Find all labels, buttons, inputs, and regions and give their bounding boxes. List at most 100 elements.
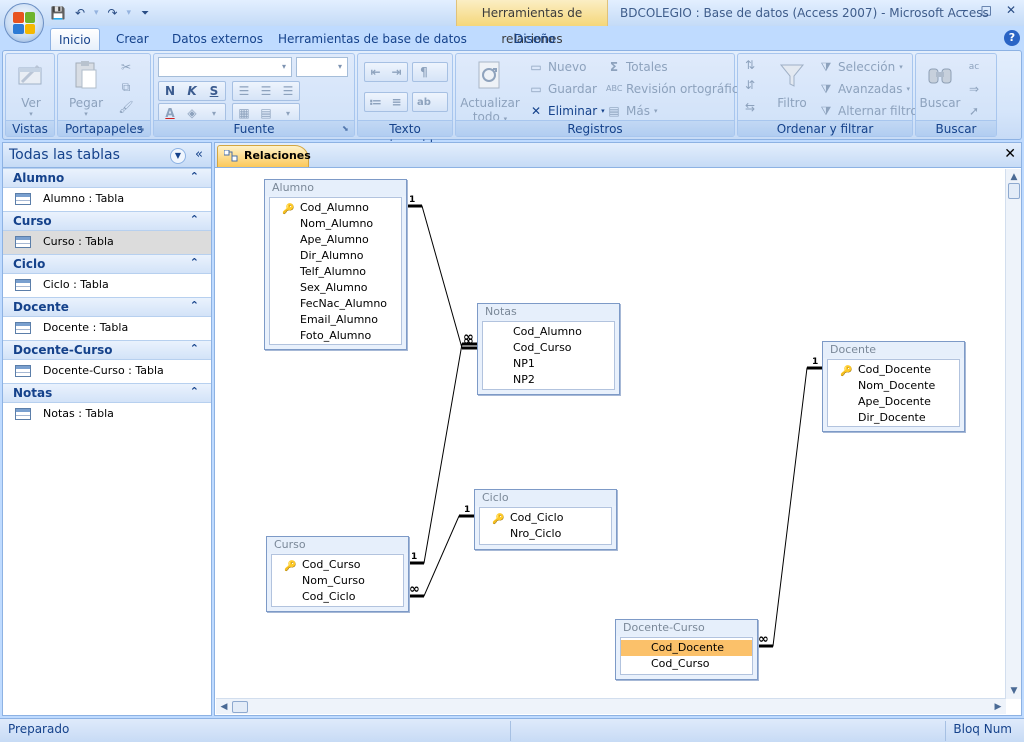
nuevo-button[interactable]: ▭ Nuevo	[528, 58, 586, 76]
field-row[interactable]: Cod_Ciclo	[272, 589, 403, 605]
collapse-group-chevron-icon[interactable]: ⌃	[190, 213, 199, 226]
field-row[interactable]: FecNac_Alumno	[270, 296, 401, 312]
tab-crear[interactable]: Crear	[108, 28, 157, 50]
select-button[interactable]: ➚	[966, 102, 982, 120]
close-window-button[interactable]: ✕	[1006, 3, 1016, 17]
underline-button[interactable]: S	[203, 84, 225, 98]
nav-group-header[interactable]: Curso ⌃	[3, 211, 211, 231]
table-box-docente-curso[interactable]: Docente-Curso Cod_Docente Cod_Curso	[615, 619, 758, 680]
italic-button[interactable]: K	[181, 84, 203, 98]
numbered-list-icon[interactable]: ≔	[365, 95, 386, 109]
nav-table-item[interactable]: Ciclo : Tabla	[3, 274, 211, 297]
tab-datos-externos[interactable]: Datos externos	[164, 28, 271, 50]
table-box-title[interactable]: Curso	[267, 537, 408, 553]
undo-dropdown-icon[interactable]: ▾	[94, 8, 99, 18]
minimize-button[interactable]: –	[961, 3, 967, 17]
copy-button[interactable]: ⧉	[118, 78, 134, 96]
collapse-group-chevron-icon[interactable]: ⌃	[190, 299, 199, 312]
font-name-dropdown-icon[interactable]: ▾	[277, 58, 291, 76]
nav-table-item[interactable]: Notas : Tabla	[3, 403, 211, 426]
collapse-group-chevron-icon[interactable]: ⌃	[190, 256, 199, 269]
table-box-docente[interactable]: Docente 🔑 Cod_Docente Nom_Docente Ape_Docen…	[822, 341, 965, 432]
cut-button[interactable]: ✂	[118, 58, 134, 76]
sort-asc-button[interactable]: ⇅	[742, 56, 758, 74]
actualizar-todo-button[interactable]: Actualizar todo ▾	[460, 56, 520, 124]
table-box-title[interactable]: Notas	[478, 304, 619, 320]
highlight-icon[interactable]: ab	[413, 97, 435, 108]
nav-table-item[interactable]: Alumno : Tabla	[3, 188, 211, 211]
table-box-alumno[interactable]: Alumno 🔑 Cod_Alumno Nom_Alumno Ape_Alumno Di…	[264, 179, 407, 350]
table-box-title[interactable]: Docente-Curso	[616, 620, 757, 636]
redo-icon[interactable]: ↷	[105, 6, 121, 20]
replace-button[interactable]: ac	[966, 58, 982, 76]
field-row[interactable]: Ape_Alumno	[270, 232, 401, 248]
collapse-group-chevron-icon[interactable]: ⌃	[190, 342, 199, 355]
field-row[interactable]: Ape_Docente	[828, 394, 959, 410]
buscar-button[interactable]: Buscar	[918, 56, 962, 110]
bullet-list-icon[interactable]: ≡	[386, 95, 407, 109]
collapse-pane-icon[interactable]: «	[191, 147, 207, 162]
avanzadas-button[interactable]: ⧩ Avanzadas ▾	[818, 80, 910, 98]
field-row[interactable]: 🔑 Cod_Ciclo	[480, 510, 611, 526]
field-row[interactable]: Cod_Curso	[621, 656, 752, 672]
field-row[interactable]: Email_Alumno	[270, 312, 401, 328]
customize-qat-icon[interactable]: ⏷	[137, 8, 153, 19]
relationships-canvas[interactable]: 1 ∞ 1 ∞ 1 ∞ 1 ∞ Alumno 🔑 Cod_Alumno Nom_Alumno Ape…	[216, 169, 1006, 699]
relationship-line[interactable]: 1∞	[409, 505, 474, 598]
font-size-combo[interactable]: ▾	[296, 57, 348, 77]
field-row[interactable]: 🔑 Cod_Docente	[828, 362, 959, 378]
field-row[interactable]: Cod_Alumno	[483, 324, 614, 340]
nav-group-header[interactable]: Docente-Curso ⌃	[3, 340, 211, 360]
nav-table-item[interactable]: Docente-Curso : Tabla	[3, 360, 211, 383]
format-painter-button[interactable]: 🖌	[118, 98, 134, 116]
field-row[interactable]: Nom_Alumno	[270, 216, 401, 232]
clear-sort-button[interactable]: ⇆	[742, 98, 758, 116]
nav-table-item[interactable]: Docente : Tabla	[3, 317, 211, 340]
field-row[interactable]: Sex_Alumno	[270, 280, 401, 296]
collapse-group-chevron-icon[interactable]: ⌃	[190, 170, 199, 183]
relationship-line[interactable]: 1∞	[758, 357, 822, 648]
nav-group-header[interactable]: Ciclo ⌃	[3, 254, 211, 274]
eliminar-button[interactable]: ✕ Eliminar ▾	[528, 102, 605, 120]
table-box-curso[interactable]: Curso 🔑 Cod_Curso Nom_Curso Cod_Ciclo	[266, 536, 409, 612]
table-box-title[interactable]: Ciclo	[475, 490, 616, 506]
seleccion-button[interactable]: ⧩ Selección ▾	[818, 58, 903, 76]
alt-fill-icon[interactable]: ▤	[255, 106, 277, 120]
color-dropdown-icon[interactable]: ▾	[203, 109, 225, 118]
scroll-left-icon[interactable]: ◀	[216, 699, 232, 715]
office-button[interactable]	[4, 3, 44, 43]
field-row[interactable]: Foto_Alumno	[270, 328, 401, 344]
tab-relaciones[interactable]: Relaciones	[217, 145, 311, 167]
table-box-ciclo[interactable]: Ciclo 🔑 Cod_Ciclo Nro_Ciclo	[474, 489, 617, 550]
field-row[interactable]: Nom_Docente	[828, 378, 959, 394]
collapse-group-chevron-icon[interactable]: ⌃	[190, 385, 199, 398]
align-left-icon[interactable]: ☰	[233, 84, 255, 98]
field-row[interactable]: Telf_Alumno	[270, 264, 401, 280]
portapapeles-launcher-icon[interactable]: ⬊	[138, 124, 148, 134]
nav-group-header[interactable]: Alumno ⌃	[3, 168, 211, 188]
gridlines-icon[interactable]: ▦	[233, 106, 255, 120]
nav-group-header[interactable]: Docente ⌃	[3, 297, 211, 317]
decrease-indent-icon[interactable]: ⇤	[365, 65, 386, 79]
close-document-icon[interactable]: ✕	[1004, 146, 1016, 162]
maximize-button[interactable]: □	[981, 3, 992, 17]
totales-button[interactable]: Σ Totales	[606, 58, 668, 76]
nav-table-item[interactable]: Curso : Tabla	[3, 231, 211, 254]
nav-group-header[interactable]: Notas ⌃	[3, 383, 211, 403]
field-row[interactable]: Nro_Ciclo	[480, 526, 611, 542]
horizontal-scrollbar[interactable]: ◀ ▶	[216, 698, 1006, 714]
save-icon[interactable]: 💾	[50, 6, 66, 20]
field-row[interactable]: Cod_Docente	[621, 640, 752, 656]
undo-icon[interactable]: ↶	[72, 6, 88, 20]
sort-desc-button[interactable]: ⇵	[742, 76, 758, 94]
field-row[interactable]: NP2	[483, 372, 614, 388]
tab-herramientas-bd[interactable]: Herramientas de base de datos	[270, 28, 475, 50]
horizontal-scroll-thumb[interactable]	[232, 701, 248, 713]
filtro-button[interactable]: Filtro	[770, 56, 814, 110]
font-size-dropdown-icon[interactable]: ▾	[333, 58, 347, 76]
nav-title[interactable]: Todas las tablas	[9, 147, 120, 163]
goto-button[interactable]: ⇒	[966, 80, 982, 98]
field-row[interactable]: Dir_Alumno	[270, 248, 401, 264]
relationship-line[interactable]: 1∞	[407, 195, 477, 350]
field-row[interactable]: Nom_Curso	[272, 573, 403, 589]
